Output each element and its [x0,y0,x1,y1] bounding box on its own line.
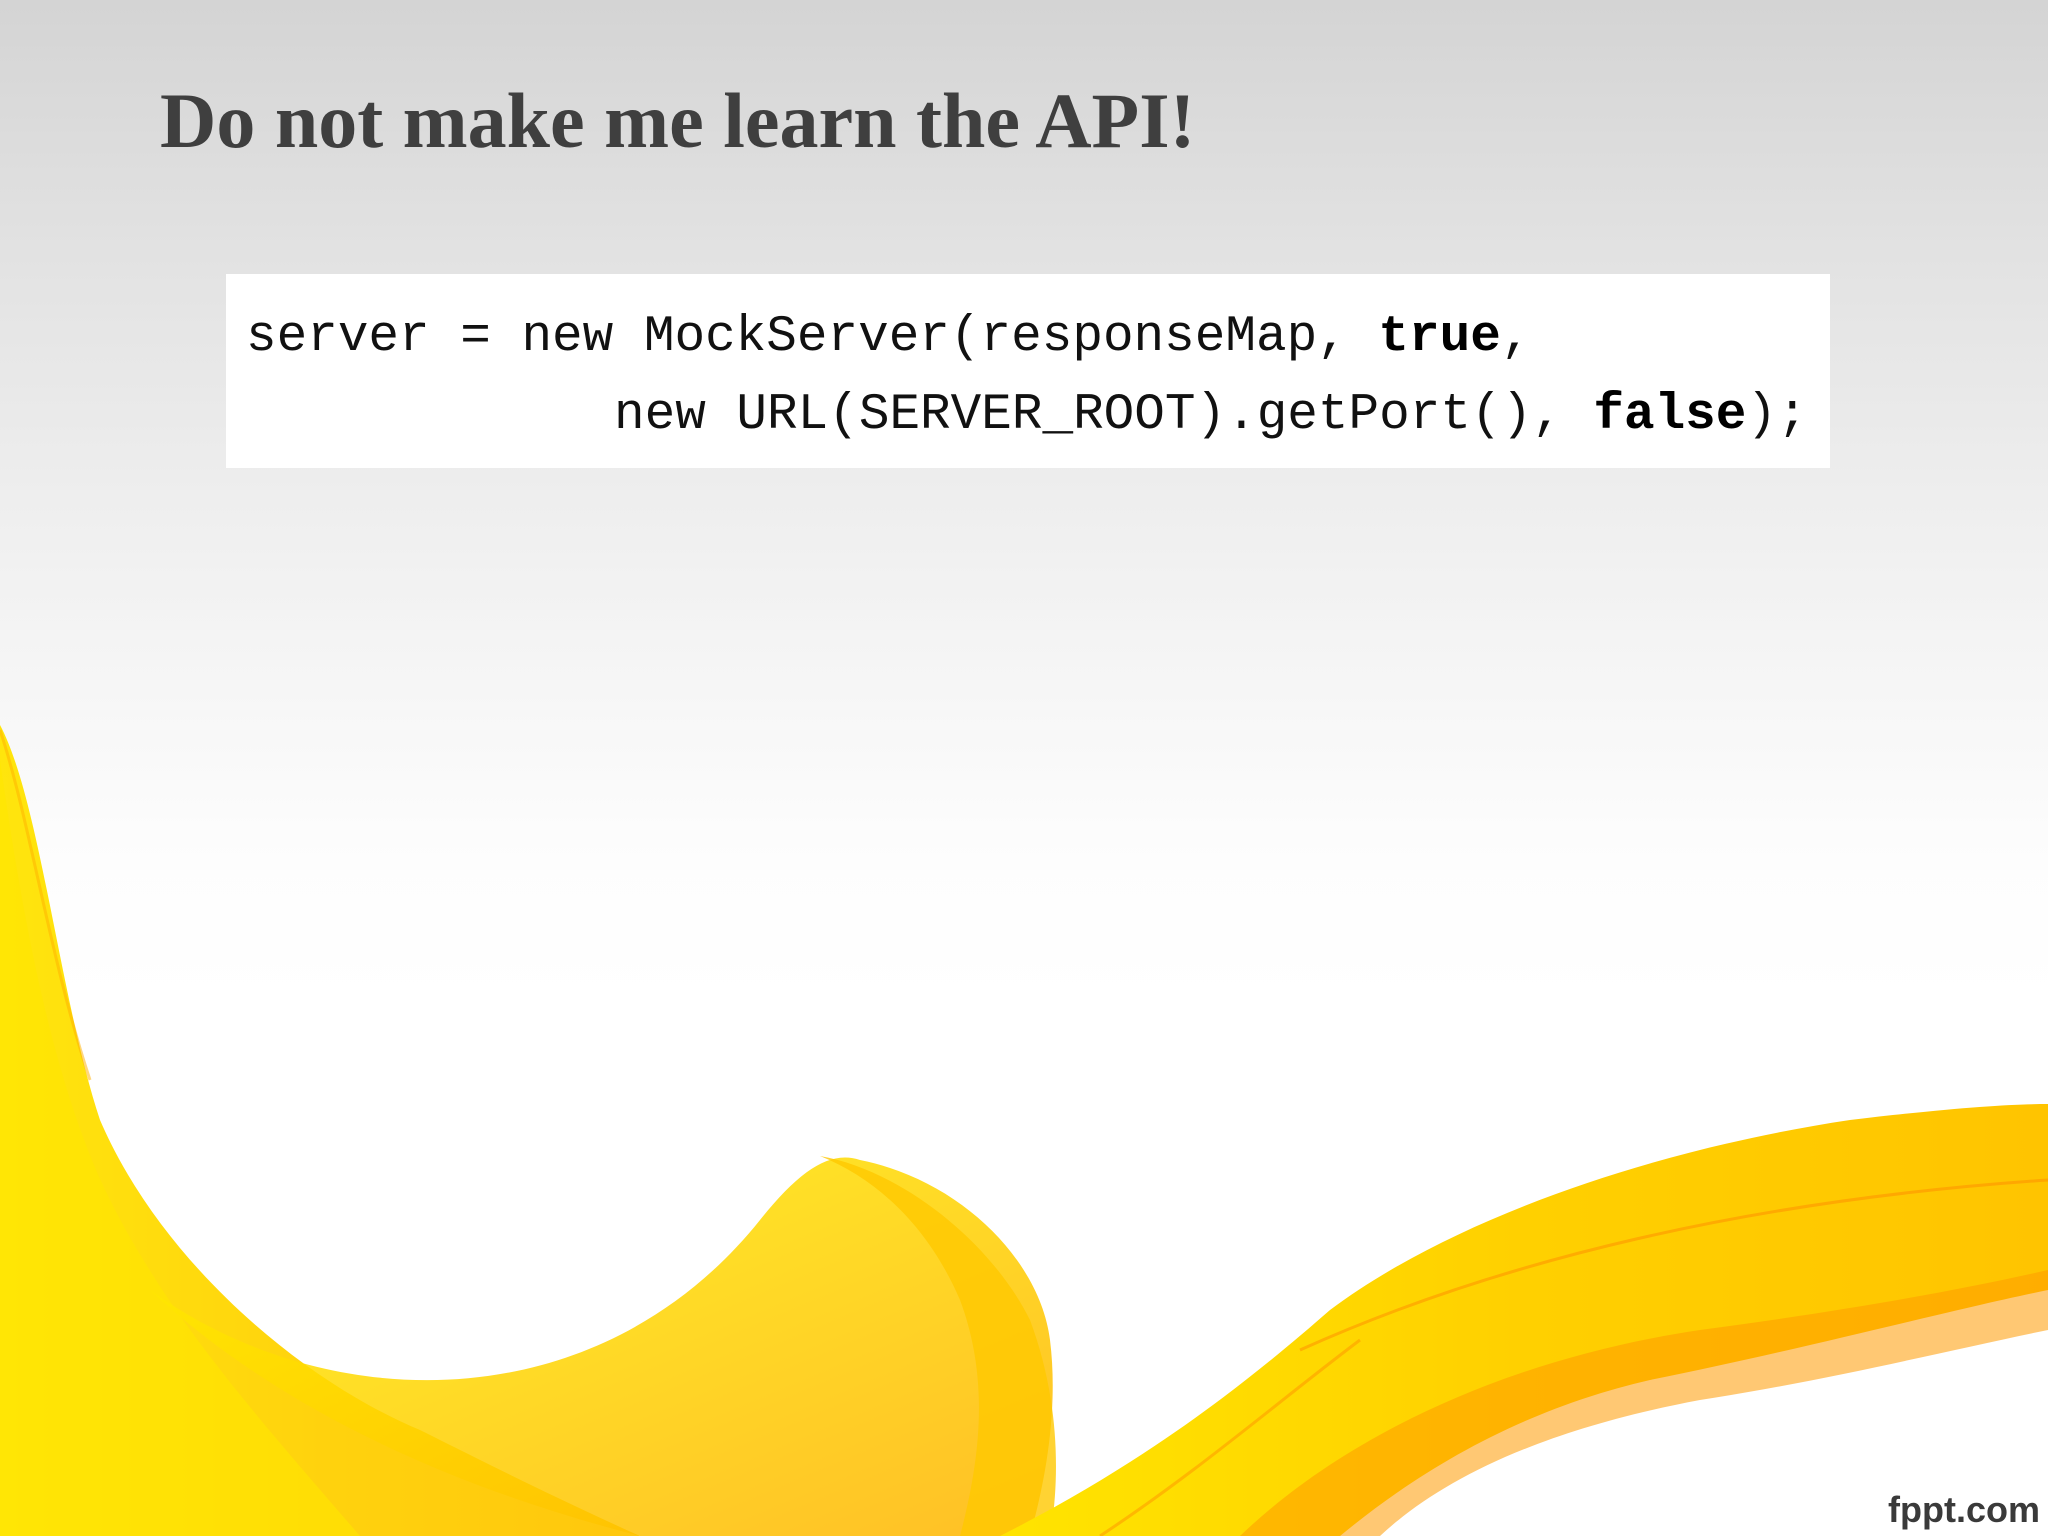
code-text: , [1500,309,1532,366]
code-keyword-false: false [1593,387,1747,444]
code-block: server = new MockServer(responseMap, tru… [226,274,1830,468]
brand-watermark: fppt.com [1888,1489,2040,1530]
code-line-2: new URL(SERVER_ROOT).getPort(), false); [614,390,1808,441]
yellow-ribbon-decoration [0,725,2048,1536]
slide-title: Do not make me learn the API! [160,77,1196,164]
code-text: server = new MockServer(responseMap, [246,309,1379,366]
slide: Do not make me learn the API! server = n… [0,0,2048,1536]
code-keyword-true: true [1378,309,1501,366]
code-text: new URL(SERVER_ROOT).getPort(), [614,387,1594,444]
code-text: ); [1746,387,1808,444]
code-line-1: server = new MockServer(responseMap, tru… [246,312,1531,363]
